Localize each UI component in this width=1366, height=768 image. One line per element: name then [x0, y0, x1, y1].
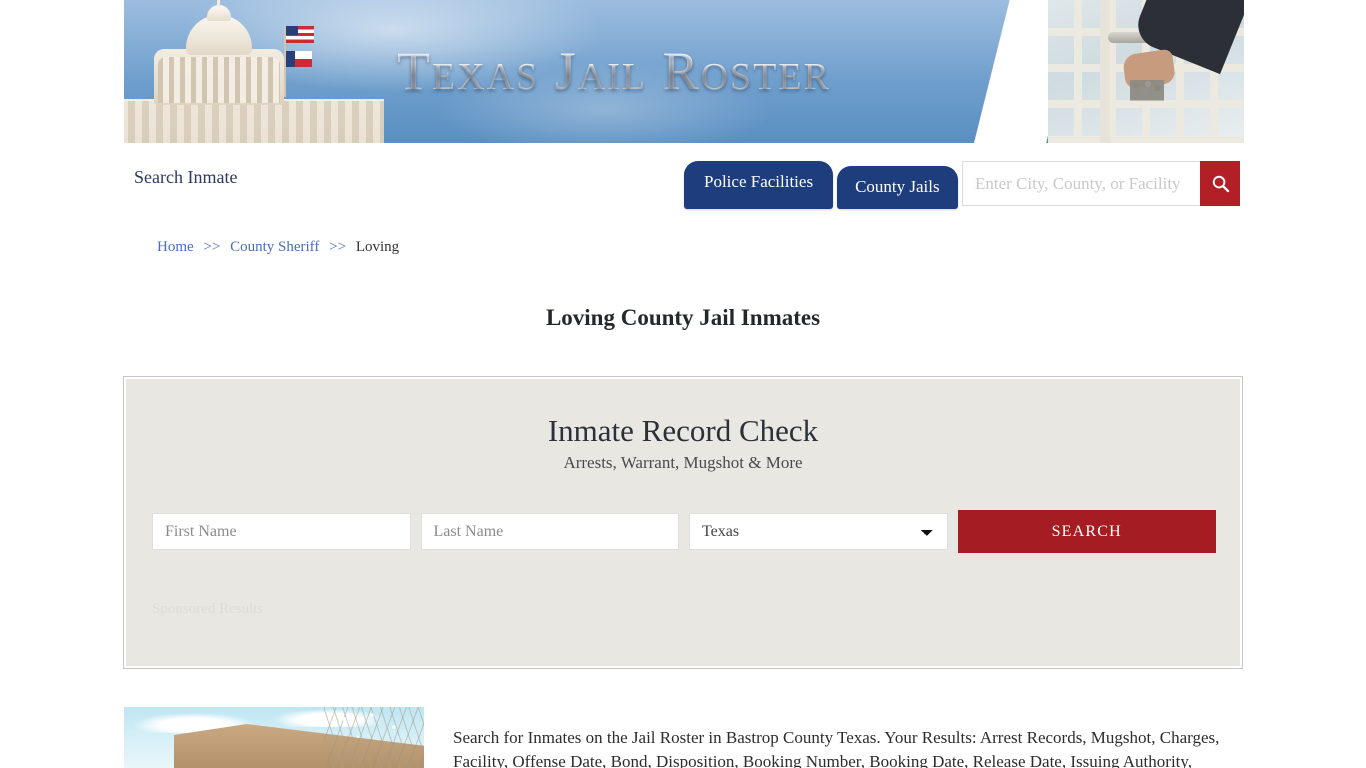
- nav-tabs: Police Facilities County Jails: [684, 161, 958, 209]
- site-title: Texas Jail Roster: [124, 40, 1244, 102]
- page-root: Texas Jail Roster Search Inmate Police F…: [0, 0, 1366, 768]
- first-name-input[interactable]: [152, 513, 411, 550]
- panel-subheading: Arrests, Warrant, Mugshot & More: [563, 453, 803, 472]
- search-submit-button[interactable]: SEARCH: [957, 510, 1216, 553]
- breadcrumb-county-sheriff-link[interactable]: County Sheriff: [230, 239, 319, 255]
- tab-police-facilities[interactable]: Police Facilities: [684, 161, 834, 209]
- breadcrumb-separator-1: >>: [203, 239, 221, 255]
- panel-heading: Inmate Record Check: [547, 413, 819, 448]
- breadcrumb-home-link[interactable]: Home: [157, 239, 194, 255]
- state-select[interactable]: Texas: [689, 513, 948, 550]
- search-inmate-link[interactable]: Search Inmate: [134, 167, 237, 188]
- search-icon: [1211, 174, 1230, 193]
- inmate-record-check-panel: Inmate Record Check Arrests, Warrant, Mu…: [123, 376, 1243, 669]
- last-name-input[interactable]: [420, 513, 679, 550]
- site-header-banner: Texas Jail Roster: [124, 0, 1244, 143]
- breadcrumb-current: Loving: [355, 239, 400, 255]
- breadcrumb: Home >> County Sheriff >> Loving: [157, 239, 399, 256]
- facility-search-group: [962, 161, 1240, 206]
- page-title: Loving County Jail Inmates: [545, 305, 821, 331]
- description-paragraph: Search for Inmates on the Jail Roster in…: [453, 728, 1220, 768]
- jail-building-thumbnail: [124, 707, 424, 768]
- sponsored-results-label: Sponsored Results: [152, 601, 264, 617]
- main-navigation-bar: Search Inmate Police Facilities County J…: [124, 143, 1244, 209]
- breadcrumb-separator-2: >>: [329, 239, 347, 255]
- tab-county-jails[interactable]: County Jails: [837, 166, 958, 209]
- facility-search-button[interactable]: [1200, 161, 1240, 206]
- facility-search-input[interactable]: [962, 161, 1200, 206]
- inmate-search-form: Texas SEARCH: [152, 510, 1216, 553]
